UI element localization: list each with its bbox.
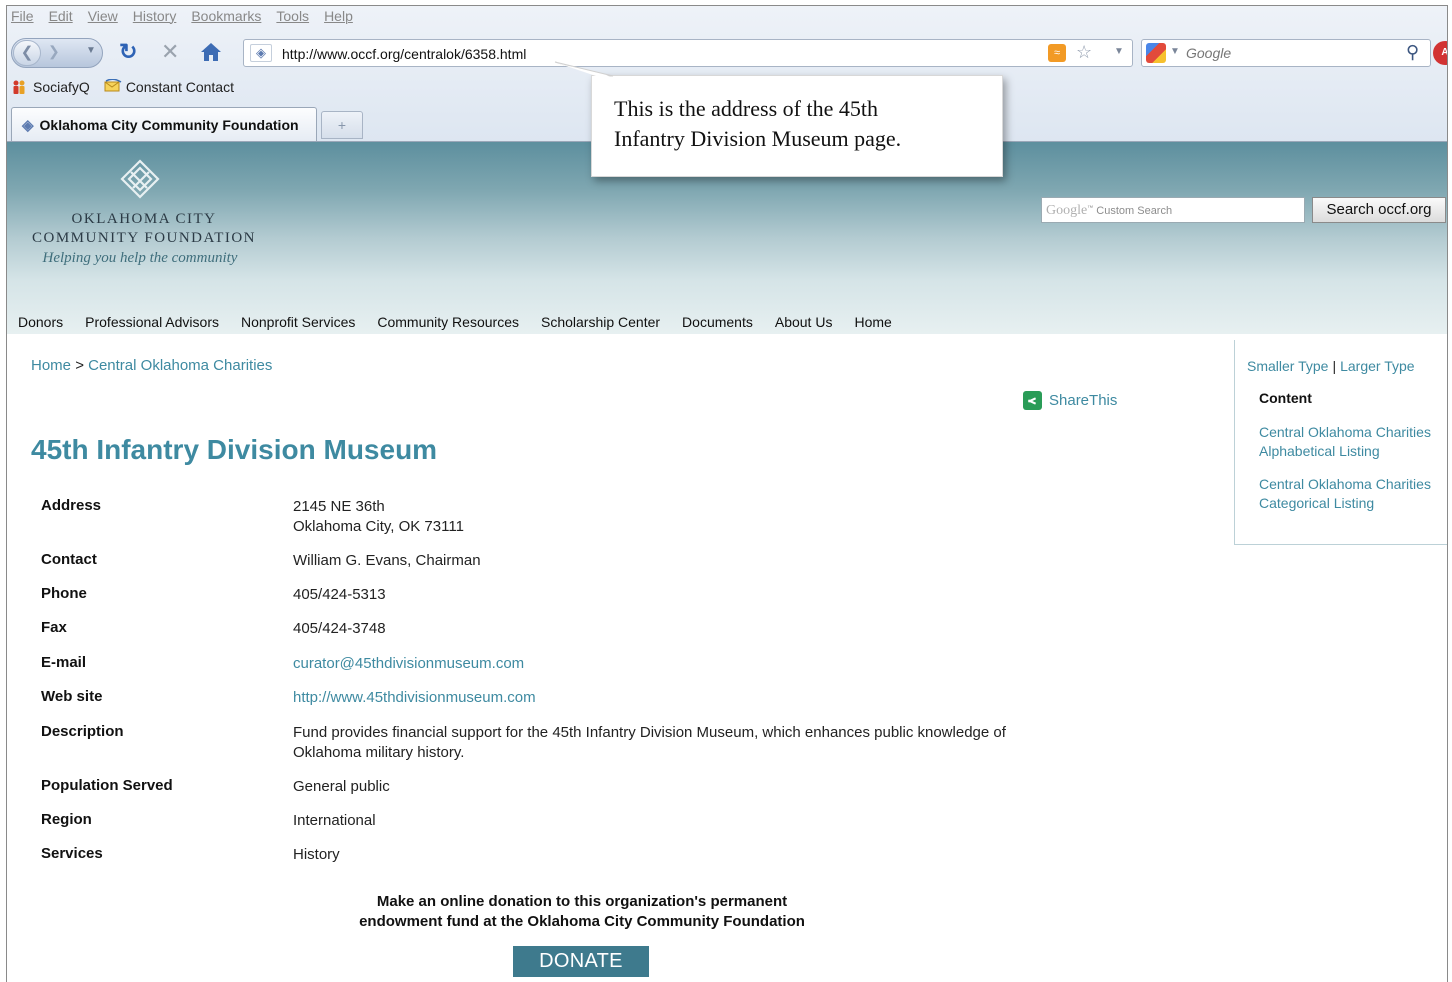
sidebar-link-categorical[interactable]: Central Oklahoma Charities Categorical L… xyxy=(1259,475,1447,513)
breadcrumb-current[interactable]: Central Oklahoma Charities xyxy=(88,357,272,374)
contact-value: William G. Evans, Chairman xyxy=(293,552,481,569)
sidebar-link-line: Categorical Listing xyxy=(1259,495,1375,511)
org-name-line1: OKLAHOMA CITY xyxy=(71,211,217,227)
tab-title: Oklahoma City Community Foundation xyxy=(39,116,299,133)
url-dropdown-icon[interactable]: ▼ xyxy=(1114,46,1124,57)
nav-professional-advisors[interactable]: Professional Advisors xyxy=(85,314,219,330)
contact-label: Contact xyxy=(41,551,97,568)
search-placeholder: Google xyxy=(1186,45,1232,61)
fax-label: Fax xyxy=(41,619,67,636)
callout-line2: Infantry Division Museum page. xyxy=(614,126,902,151)
site-search-input[interactable]: Google™ Custom Search xyxy=(1041,197,1305,223)
nav-nonprofit-services[interactable]: Nonprofit Services xyxy=(241,314,355,330)
population-label: Population Served xyxy=(41,777,173,794)
fax-value: 405/424-3748 xyxy=(293,620,386,637)
type-divider: | xyxy=(1332,358,1337,374)
smaller-type-link[interactable]: Smaller Type xyxy=(1247,358,1328,374)
search-icon[interactable]: ⚲ xyxy=(1406,42,1419,63)
address-line1: 2145 NE 36th xyxy=(293,498,385,515)
site-search-placeholder: Google™ Custom Search xyxy=(1046,203,1173,218)
search-engine-icon[interactable] xyxy=(1146,43,1166,63)
nav-about-us[interactable]: About Us xyxy=(775,314,833,330)
addon-icon[interactable]: A xyxy=(1433,41,1447,65)
sidebar: Smaller Type | Larger Type Content Central… xyxy=(1234,340,1447,545)
type-size-controls: Smaller Type | Larger Type xyxy=(1247,358,1415,374)
rss-feed-icon[interactable]: ≈ xyxy=(1048,44,1066,62)
larger-type-link[interactable]: Larger Type xyxy=(1340,358,1414,374)
region-value: International xyxy=(293,812,376,829)
org-name-line2: COMMUNITY FOUNDATION xyxy=(31,230,257,246)
bookmark-star-icon[interactable]: ☆ xyxy=(1076,42,1092,63)
nav-documents[interactable]: Documents xyxy=(682,314,753,330)
phone-label: Phone xyxy=(41,585,87,602)
population-value: General public xyxy=(293,778,390,795)
share-icon xyxy=(1023,391,1042,410)
callout-text: This is the address of the 45th Infantry… xyxy=(614,94,994,154)
site-search-button[interactable]: Search occf.org xyxy=(1312,197,1446,223)
website-label: Web site xyxy=(41,688,103,705)
sidebar-heading: Content xyxy=(1259,390,1312,406)
sidebar-link-alphabetical[interactable]: Central Oklahoma Charities Alphabetical … xyxy=(1259,423,1447,461)
share-label: ShareThis xyxy=(1049,392,1118,409)
sidebar-link-line: Central Oklahoma Charities xyxy=(1259,424,1431,440)
description-label: Description xyxy=(41,723,124,740)
services-label: Services xyxy=(41,845,103,862)
foundation-logo-icon[interactable] xyxy=(117,158,163,204)
annotation-callout: This is the address of the 45th Infantry… xyxy=(591,75,1003,177)
nav-community-resources[interactable]: Community Resources xyxy=(377,314,519,330)
breadcrumb: Home > Central Oklahoma Charities xyxy=(31,357,272,374)
phone-value: 405/424-5313 xyxy=(293,586,386,603)
sidebar-link-line: Central Oklahoma Charities xyxy=(1259,476,1431,492)
org-name[interactable]: OKLAHOMA CITY COMMUNITY FOUNDATION xyxy=(19,210,269,248)
callout-line1: This is the address of the 45th xyxy=(614,96,878,121)
donation-message: Make an online donation to this organiza… xyxy=(317,892,847,932)
browser-search-box[interactable]: ▼ Google ⚲ xyxy=(1141,39,1431,67)
web-page: OKLAHOMA CITY COMMUNITY FOUNDATION Helpi… xyxy=(7,142,1447,982)
custom-search-text: Custom Search xyxy=(1096,205,1173,217)
email-link[interactable]: curator@45thdivisionmuseum.com xyxy=(293,654,1063,674)
browser-window: File Edit View History Bookmarks Tools H… xyxy=(6,5,1448,982)
breadcrumb-home[interactable]: Home xyxy=(31,357,71,374)
region-label: Region xyxy=(41,811,92,828)
donation-line1: Make an online donation to this organiza… xyxy=(376,893,788,910)
address-value: 2145 NE 36th Oklahoma City, OK 73111 xyxy=(293,497,1063,537)
site-favicon-icon: ◈ xyxy=(22,116,34,134)
description-line1: Fund provides financial support for the … xyxy=(293,724,1006,741)
address-label: Address xyxy=(41,497,102,514)
breadcrumb-separator: > xyxy=(75,357,84,374)
nav-home[interactable]: Home xyxy=(854,314,891,330)
callout-pointer xyxy=(554,61,614,77)
page-title: 45th Infantry Division Museum xyxy=(31,434,438,465)
description-value: Fund provides financial support for the … xyxy=(293,723,1063,763)
tagline: Helping you help the community xyxy=(42,250,238,266)
services-value: History xyxy=(293,846,340,863)
donate-now-button[interactable]: DONATE NOW xyxy=(513,946,649,982)
main-nav: Donors Professional Advisors Nonprofit S… xyxy=(18,314,914,330)
google-brand: Google xyxy=(1046,203,1088,218)
donation-line2: endowment fund at the Oklahoma City Comm… xyxy=(359,913,805,930)
sidebar-link-line: Alphabetical Listing xyxy=(1259,443,1380,459)
share-this-button[interactable]: ShareThis xyxy=(1023,391,1117,410)
nav-donors[interactable]: Donors xyxy=(18,314,63,330)
website-link[interactable]: http://www.45thdivisionmuseum.com xyxy=(293,688,1063,708)
search-engine-dropdown-icon[interactable]: ▼ xyxy=(1170,46,1180,57)
nav-scholarship-center[interactable]: Scholarship Center xyxy=(541,314,660,330)
description-line2: Oklahoma military history. xyxy=(293,744,465,761)
address-line2: Oklahoma City, OK 73111 xyxy=(293,518,464,535)
email-label: E-mail xyxy=(41,654,87,671)
